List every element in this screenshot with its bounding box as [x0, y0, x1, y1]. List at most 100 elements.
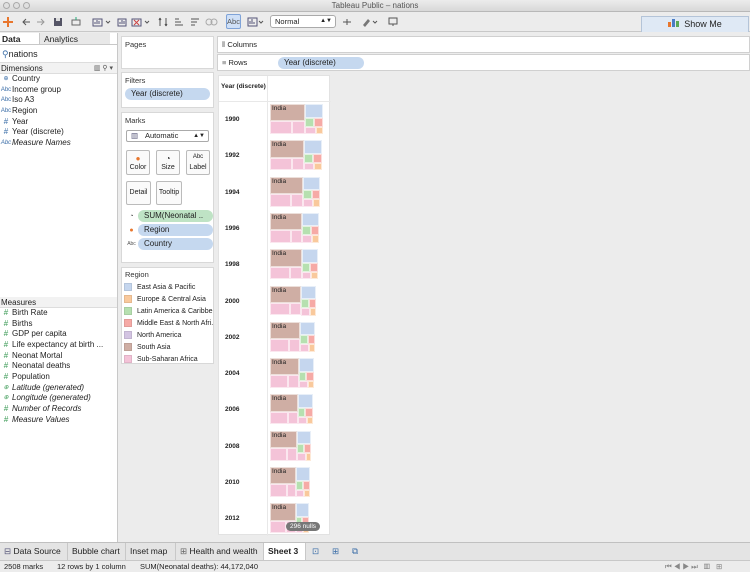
dimension-item[interactable]: # Year: [0, 117, 117, 128]
columns-shelf[interactable]: ⦀ Columns: [217, 36, 750, 53]
treemap-cell: [303, 190, 312, 200]
treemap-mark[interactable]: India: [270, 394, 313, 425]
measure-item[interactable]: # Life expectancy at birth ...: [0, 340, 117, 351]
measure-item[interactable]: # Population: [0, 372, 117, 383]
filters-card[interactable]: Filters Year (discrete): [121, 72, 214, 108]
fix-axes-icon[interactable]: [341, 14, 353, 29]
sheet-navigation-icon[interactable]: ⏮◀▶⏭ ▥ ⊞: [665, 561, 724, 572]
new-worksheet-icon[interactable]: [91, 14, 113, 29]
treemap-mark[interactable]: India: [270, 249, 318, 280]
label-button[interactable]: Abc Label: [186, 150, 210, 175]
legend-item[interactable]: East Asia & Pacific: [122, 281, 213, 293]
rows-shelf[interactable]: ≡ Rows Year (discrete): [217, 54, 750, 71]
legend-item[interactable]: Latin America & Caribbe..: [122, 305, 213, 317]
tab-data-source[interactable]: ⊟ Data Source: [0, 543, 68, 560]
tab-health-and-wealth[interactable]: ⊞ Health and wealth: [176, 543, 264, 560]
fit-icon[interactable]: [246, 14, 266, 29]
treemap-label: India: [272, 286, 287, 294]
label-icon: Abc: [192, 154, 204, 160]
measure-item[interactable]: # Number of Records: [0, 404, 117, 415]
dimension-item[interactable]: ⊕ Country: [0, 74, 117, 85]
mark-field-color[interactable]: ● Region: [125, 224, 213, 236]
dimension-item[interactable]: # Year (discrete): [0, 127, 117, 138]
hash-icon: #: [3, 404, 9, 413]
group-members-icon[interactable]: [204, 14, 220, 29]
tab-bubble-chart[interactable]: Bubble chart: [68, 543, 126, 560]
tab-analytics[interactable]: Analytics: [40, 33, 110, 44]
legend-item[interactable]: Middle East & North Afri..: [122, 317, 213, 329]
forward-icon[interactable]: [35, 14, 47, 29]
swap-rows-columns-icon[interactable]: [157, 14, 169, 29]
treemap-mark[interactable]: India: [270, 285, 317, 316]
measure-item[interactable]: # GDP per capita: [0, 329, 117, 340]
dimension-item[interactable]: Abc Measure Names: [0, 138, 117, 149]
highlight-icon[interactable]: [360, 14, 380, 29]
minimize-window-button[interactable]: [13, 2, 20, 9]
treemap-mark[interactable]: India: [270, 358, 314, 389]
tab-data[interactable]: Data: [0, 33, 40, 44]
measure-item[interactable]: # Measure Values: [0, 415, 117, 426]
measure-item[interactable]: # Neonatal deaths: [0, 361, 117, 372]
tooltip-button[interactable]: Tooltip: [156, 181, 182, 205]
tab-inset-map[interactable]: Inset map: [126, 543, 176, 560]
legend-item[interactable]: North America: [122, 329, 213, 341]
mark-field-label[interactable]: Abc Country: [125, 238, 213, 250]
presentation-mode-icon[interactable]: [387, 14, 399, 29]
legend-item[interactable]: South Asia: [122, 341, 213, 353]
color-button[interactable]: ● Color: [126, 150, 150, 175]
treemap-cell: [304, 117, 314, 127]
tab-sheet-3[interactable]: Sheet 3: [264, 543, 306, 560]
treemap-mark[interactable]: India: [270, 212, 320, 243]
new-dashboard-icon[interactable]: ⊞: [328, 543, 346, 560]
show-me-button[interactable]: Show Me: [641, 16, 749, 32]
tableau-logo-icon[interactable]: [2, 14, 14, 29]
pages-card[interactable]: Pages: [121, 36, 214, 69]
back-icon[interactable]: [20, 14, 32, 29]
save-icon[interactable]: [52, 14, 64, 29]
measure-item[interactable]: # Births: [0, 319, 117, 330]
datasource-item[interactable]: ⚲nations: [0, 45, 117, 63]
legend-item[interactable]: Europe & Central Asia: [122, 293, 213, 305]
treemap-label: India: [272, 177, 287, 185]
clear-sheet-icon[interactable]: [130, 14, 152, 29]
dimension-item[interactable]: Abc Region: [0, 106, 117, 117]
dimension-item[interactable]: Abc Income group: [0, 85, 117, 96]
show-labels-button[interactable]: Abc: [226, 14, 241, 29]
sort-descending-icon[interactable]: [189, 14, 201, 29]
treemap-cell: [304, 104, 323, 118]
add-datasource-icon[interactable]: [70, 14, 82, 29]
treemap-mark[interactable]: India: [270, 104, 323, 134]
close-window-button[interactable]: [3, 2, 10, 9]
size-button[interactable]: ◔ Size: [156, 150, 180, 175]
legend-item[interactable]: Sub-Saharan Africa: [122, 353, 213, 365]
measure-item[interactable]: ⊕ Latitude (generated): [0, 383, 117, 394]
rows-pill[interactable]: Year (discrete): [278, 57, 364, 69]
measure-item[interactable]: # Birth Rate: [0, 308, 117, 319]
treemap-cell: [299, 335, 308, 345]
treemap-mark[interactable]: India: [270, 140, 322, 171]
detail-button[interactable]: Detail: [126, 181, 151, 205]
sort-ascending-icon[interactable]: [173, 14, 185, 29]
filter-pill[interactable]: Year (discrete): [125, 88, 210, 100]
zoom-window-button[interactable]: [23, 2, 30, 9]
dimension-item[interactable]: Abc Iso A3: [0, 95, 117, 106]
nulls-badge[interactable]: 296 nulls: [286, 522, 321, 531]
duplicate-sheet-icon[interactable]: [116, 14, 128, 29]
measure-item[interactable]: # Neonat Mortal: [0, 351, 117, 362]
hash-icon: #: [3, 414, 9, 424]
mark-type-select[interactable]: ▥ Automatic ▲▼: [126, 130, 209, 142]
status-sum: SUM(Neonatal deaths): 44,172,040: [140, 562, 258, 571]
measure-item[interactable]: ⊕ Longitude (generated): [0, 393, 117, 404]
treemap-mark[interactable]: India: [270, 176, 321, 207]
view-size-select[interactable]: Normal ▲▼: [270, 15, 336, 28]
treemap-mark[interactable]: India: [270, 430, 312, 461]
treemap-mark[interactable]: India: [270, 321, 316, 352]
cards-pane: Pages Filters Year (discrete) Marks ▥ Aut…: [118, 33, 216, 542]
new-story-icon[interactable]: ⧉: [348, 543, 366, 560]
new-worksheet-icon[interactable]: ⊡: [308, 543, 326, 560]
measures-list: # Birth Rate # Births # GDP per capita # Lif…: [0, 308, 117, 426]
treemap-cell: [300, 285, 317, 299]
search-icon[interactable]: ▥ ⚲ ▾: [94, 63, 113, 74]
treemap-mark[interactable]: India: [270, 467, 310, 497]
mark-field-size[interactable]: ◔ SUM(Neonatal ..: [125, 210, 213, 222]
